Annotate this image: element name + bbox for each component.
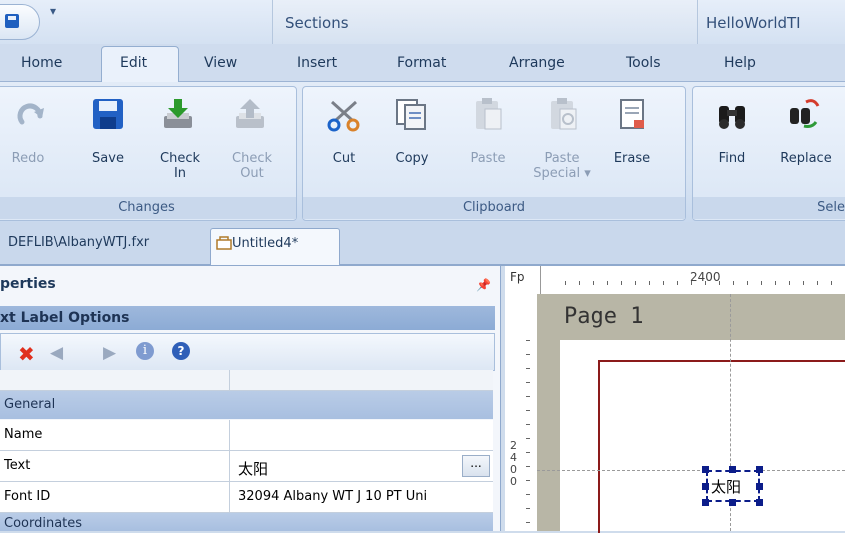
property-name-label: Name bbox=[4, 427, 43, 442]
selection-handle[interactable] bbox=[729, 466, 736, 473]
print-margin-border bbox=[598, 360, 845, 533]
property-font-id-label: Font ID bbox=[4, 489, 51, 504]
paste-special-label-1: Paste bbox=[544, 151, 580, 166]
tab-help[interactable]: Help bbox=[724, 55, 756, 71]
group-select-label: Sele bbox=[693, 197, 845, 219]
previous-icon[interactable]: ◀ bbox=[50, 343, 63, 363]
help-icon[interactable]: ? bbox=[172, 342, 190, 360]
grid-header-row bbox=[0, 370, 493, 391]
left-ruler-mark: 2 4 0 0 bbox=[510, 439, 517, 488]
text-label-options-header: xt Label Options bbox=[0, 306, 495, 330]
selection-handle[interactable] bbox=[702, 499, 709, 506]
replace-button[interactable]: Replace bbox=[773, 151, 839, 166]
tab-tools[interactable]: Tools bbox=[626, 55, 661, 71]
check-in-label-1: Check bbox=[160, 151, 200, 166]
doc-tab-untitled4-label: Untitled4* bbox=[232, 236, 299, 251]
category-general-label: General bbox=[4, 397, 56, 412]
property-font-id-value[interactable]: 32094 Albany WT J 10 PT Uni bbox=[238, 489, 427, 504]
page-label: Page 1 bbox=[564, 304, 644, 329]
tab-home[interactable]: Home bbox=[21, 55, 62, 71]
copy-button[interactable]: Copy bbox=[390, 151, 434, 166]
grid-divider bbox=[229, 420, 230, 450]
paste-special-button[interactable]: Paste Special ▾ bbox=[524, 151, 600, 181]
selection-handle[interactable] bbox=[702, 466, 709, 473]
replace-icon bbox=[790, 99, 820, 128]
selection-handle[interactable] bbox=[729, 499, 736, 506]
check-in-icon bbox=[164, 99, 192, 128]
check-in-label-2: In bbox=[173, 166, 187, 181]
check-out-button[interactable]: Check Out bbox=[222, 151, 282, 181]
label-document-icon bbox=[216, 236, 232, 250]
ruler-corner-label: Fp bbox=[510, 270, 525, 284]
tab-edit[interactable]: Edit bbox=[120, 55, 147, 71]
grid-divider bbox=[229, 482, 230, 512]
find-button[interactable]: Find bbox=[712, 151, 752, 166]
check-in-button[interactable]: Check In bbox=[150, 151, 210, 181]
tab-arrange[interactable]: Arrange bbox=[509, 55, 565, 71]
text-ellipsis-button[interactable]: ... bbox=[462, 455, 490, 477]
quick-access-dropdown-icon[interactable]: ▾ bbox=[50, 4, 56, 18]
tab-format[interactable]: Format bbox=[397, 55, 446, 71]
property-row-text[interactable]: Text 太阳 ... bbox=[0, 451, 493, 482]
save-button[interactable]: Save bbox=[86, 151, 130, 166]
category-general[interactable]: General bbox=[0, 391, 493, 419]
selection-handle[interactable] bbox=[702, 483, 709, 490]
category-coordinates-label: Coordinates bbox=[4, 516, 83, 531]
paste-special-label-2: Special ▾ bbox=[533, 166, 591, 181]
info-icon[interactable]: i bbox=[136, 342, 154, 360]
paste-icon bbox=[476, 98, 502, 130]
ruler-corner-divider bbox=[540, 266, 541, 294]
text-label-content: 太阳 bbox=[711, 478, 742, 496]
top-ruler-mark: 2400 bbox=[690, 270, 721, 284]
left-ruler bbox=[505, 294, 538, 531]
group-clipboard-label: Clipboard bbox=[303, 197, 685, 219]
application-button[interactable] bbox=[0, 4, 40, 40]
property-text-label: Text bbox=[4, 458, 31, 473]
context-tab-group-label: Sections bbox=[285, 14, 349, 32]
check-out-label-2: Out bbox=[240, 166, 264, 181]
pin-icon[interactable]: 📌 bbox=[476, 278, 491, 292]
check-out-label-1: Check bbox=[232, 151, 272, 166]
group-changes-label: Changes bbox=[0, 197, 296, 219]
title-divider bbox=[697, 0, 698, 44]
property-row-name[interactable]: Name bbox=[0, 420, 493, 451]
category-coordinates[interactable]: Coordinates bbox=[0, 513, 493, 531]
selection-handle[interactable] bbox=[756, 499, 763, 506]
delete-icon[interactable]: ✖ bbox=[18, 342, 35, 366]
doc-tab-albany[interactable]: DEFLIB\AlbanyWTJ.fxr bbox=[8, 235, 149, 250]
erase-icon bbox=[620, 99, 644, 129]
left-ruler-ticks bbox=[526, 340, 530, 530]
selection-handle[interactable] bbox=[756, 466, 763, 473]
property-row-font-id[interactable]: Font ID 32094 Albany WT J 10 PT Uni bbox=[0, 482, 493, 513]
find-binoculars-icon bbox=[719, 106, 745, 129]
redo-button[interactable]: Redo bbox=[6, 151, 50, 166]
horizontal-guide bbox=[537, 470, 845, 471]
grid-divider bbox=[229, 370, 230, 390]
save-icon bbox=[93, 99, 123, 129]
properties-toolbar bbox=[0, 333, 495, 371]
property-text-value[interactable]: 太阳 bbox=[238, 458, 268, 479]
tab-view[interactable]: View bbox=[204, 55, 237, 71]
save-disk-icon bbox=[5, 14, 19, 28]
paste-special-icon bbox=[551, 98, 577, 130]
app-title: HelloWorldTI bbox=[706, 14, 801, 32]
paste-button[interactable]: Paste bbox=[464, 151, 512, 166]
next-icon[interactable]: ▶ bbox=[103, 343, 116, 363]
tab-insert[interactable]: Insert bbox=[297, 55, 337, 71]
erase-button[interactable]: Erase bbox=[608, 151, 656, 166]
copy-icon bbox=[396, 99, 426, 130]
selection-handle[interactable] bbox=[756, 483, 763, 490]
properties-panel-title: perties bbox=[0, 276, 56, 292]
grid-divider bbox=[229, 451, 230, 481]
check-out-icon bbox=[236, 99, 264, 128]
cut-button[interactable]: Cut bbox=[322, 151, 366, 166]
cut-icon bbox=[327, 100, 360, 132]
redo-icon bbox=[17, 103, 44, 125]
